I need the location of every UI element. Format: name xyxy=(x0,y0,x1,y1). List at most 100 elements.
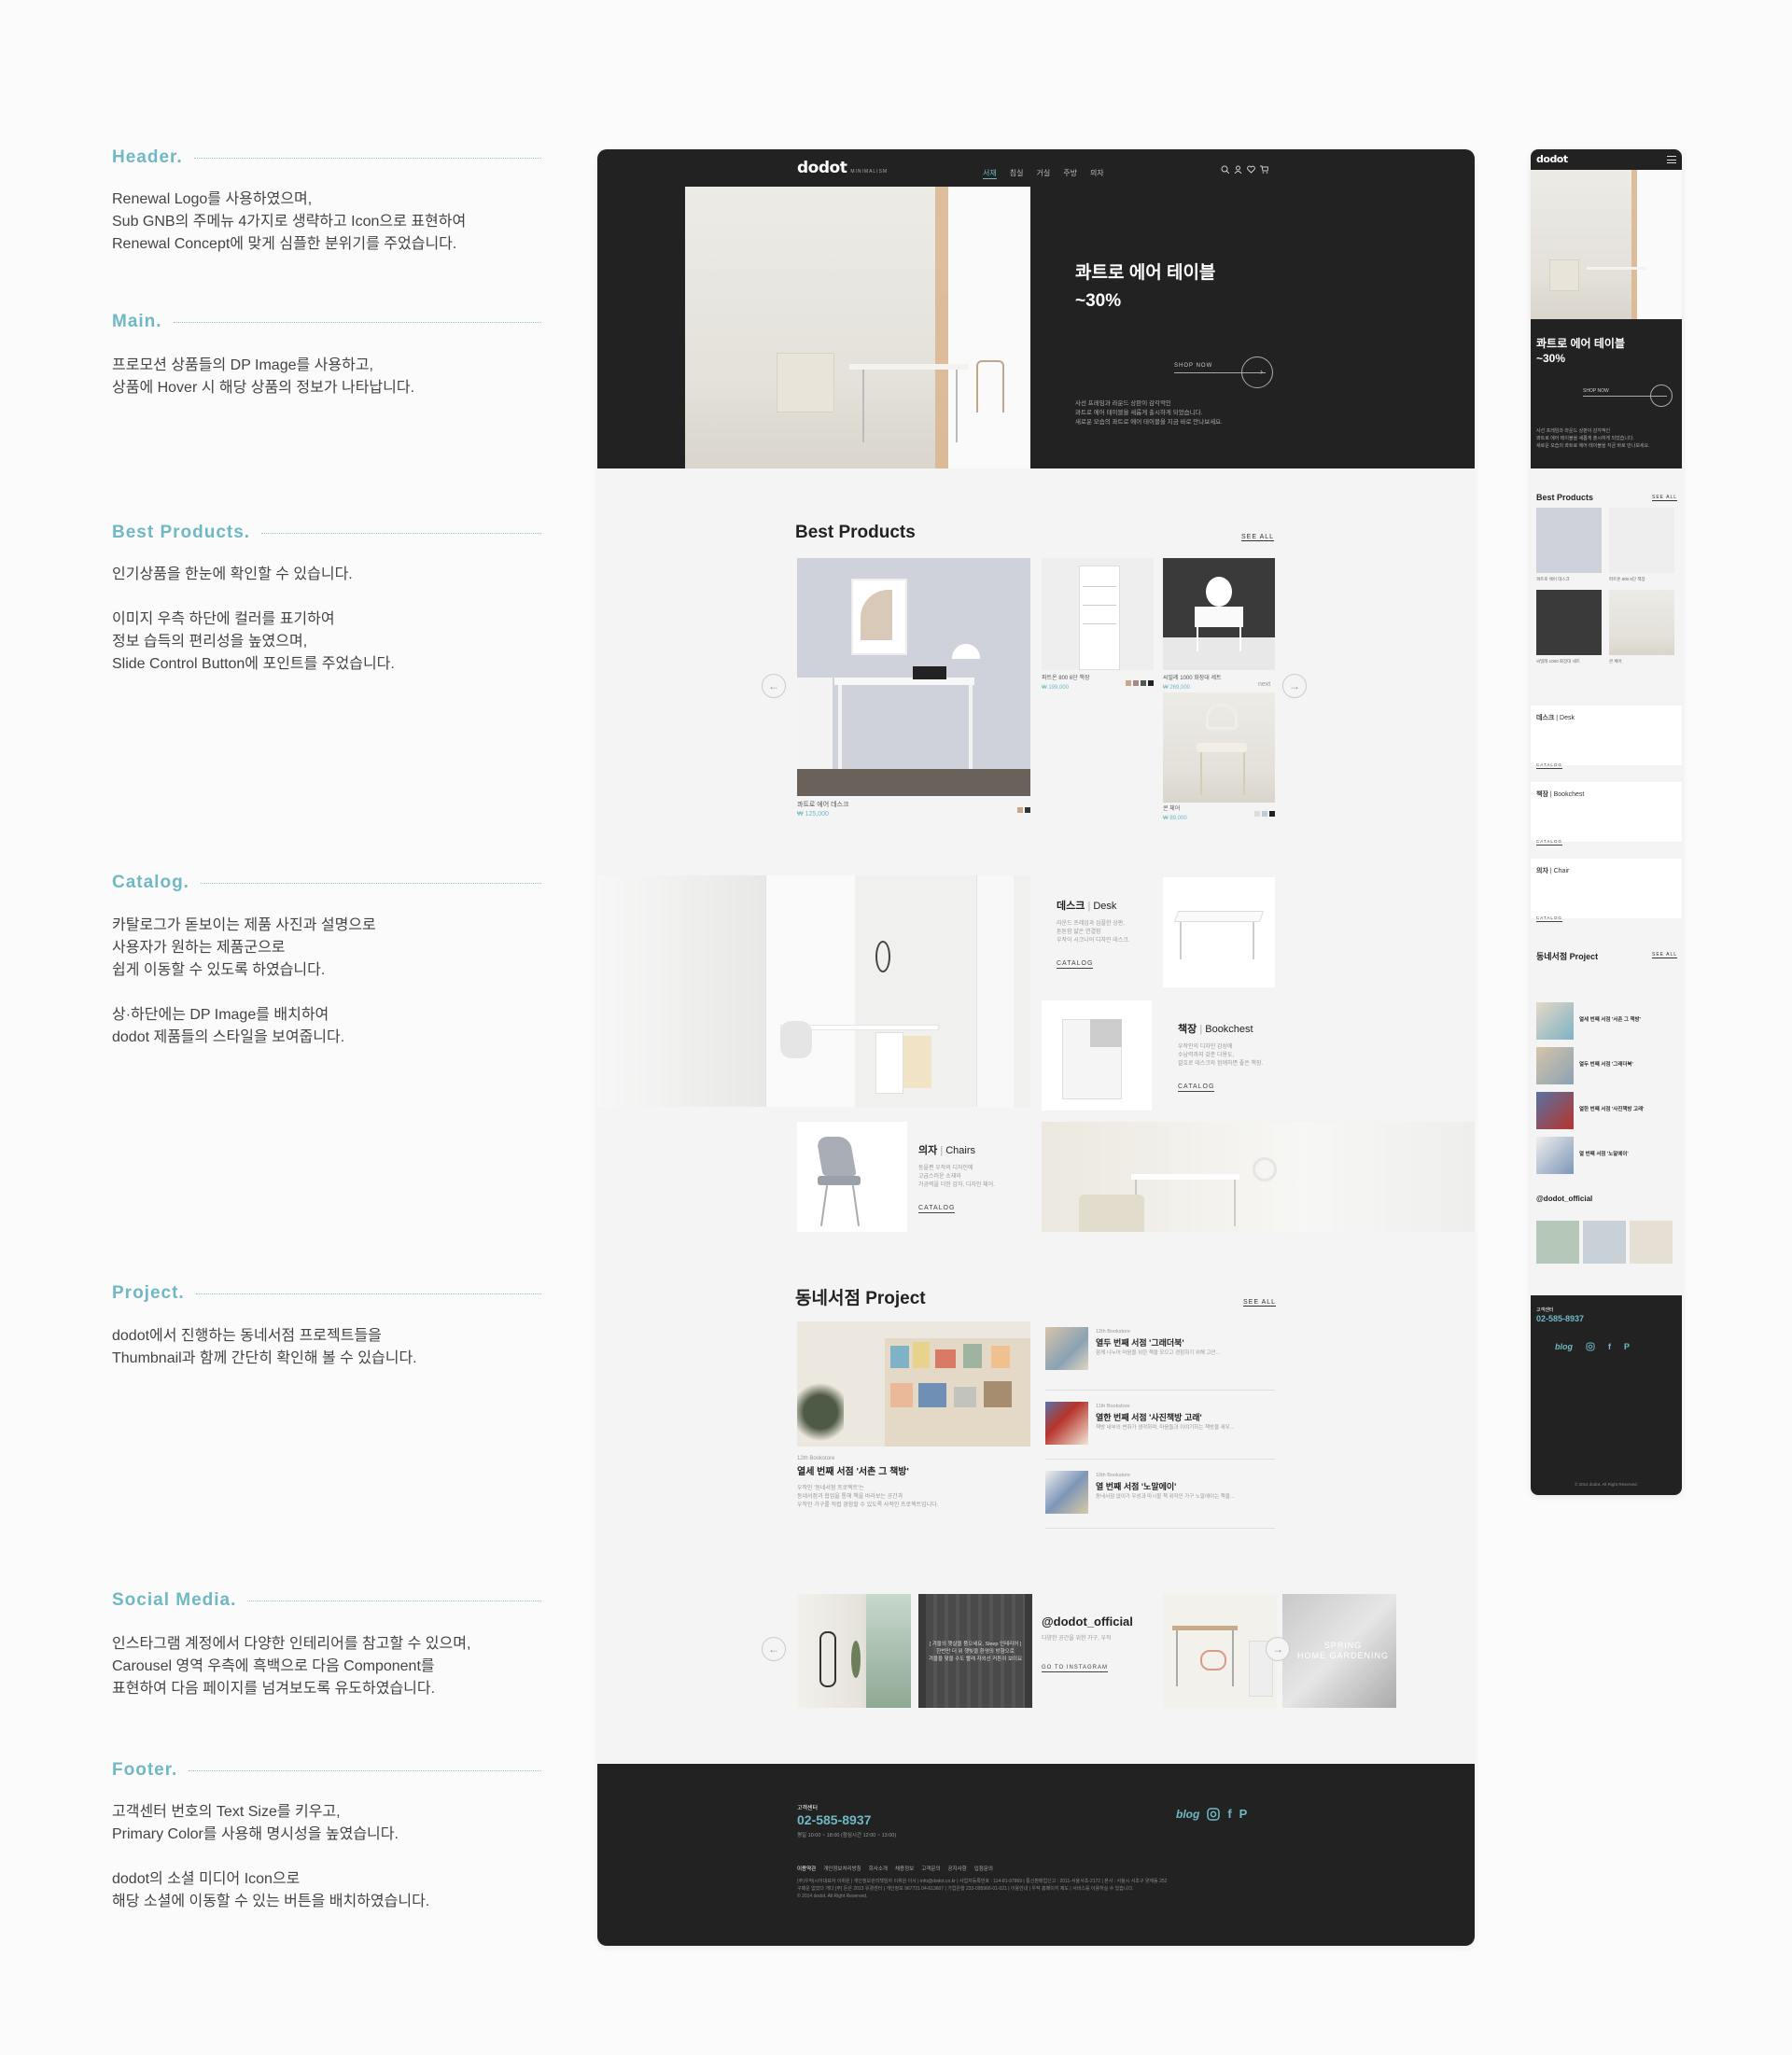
catalog-image-desk[interactable] xyxy=(1163,877,1275,987)
footer-social: blog f P xyxy=(1176,1807,1247,1821)
nav-item[interactable]: 침실 xyxy=(1010,168,1024,179)
mobile-instagram-post[interactable] xyxy=(1583,1221,1626,1264)
footer-link[interactable]: 채용정보 xyxy=(895,1865,914,1872)
annotation-line: 쉽게 이동할 수 있도록 하였습니다. xyxy=(112,962,326,978)
cs-phone[interactable]: 02-585-8937 xyxy=(1536,1314,1584,1323)
mobile-instagram-post[interactable] xyxy=(1536,1221,1579,1264)
instagram-post[interactable] xyxy=(1163,1594,1277,1708)
project-list-item[interactable]: 11th Bookstore 열한 번째 서점 '사진책방 고래' 책방 내부의… xyxy=(1045,1391,1275,1460)
catalog-link[interactable]: CATALOG xyxy=(1057,960,1094,969)
catalog-link[interactable]: CATALOG xyxy=(1536,839,1562,846)
hero-desc-line: 새로운 모습의 콰트로 에어 테이블을 지금 바로 만나보세요. xyxy=(1075,419,1223,426)
mobile-product-image[interactable] xyxy=(1536,508,1602,573)
facebook-icon[interactable]: f xyxy=(1608,1342,1611,1351)
footer-link[interactable]: 고객문의 xyxy=(921,1865,940,1872)
mobile-project-item[interactable]: 열세 번째 서점 '서촌 그 책방' xyxy=(1536,1002,1676,1047)
payco-icon[interactable]: P xyxy=(1624,1342,1630,1351)
mobile-shop-now-button[interactable]: SHOP NOW xyxy=(1583,384,1674,409)
catalog-image-bookchest[interactable] xyxy=(1042,1000,1152,1111)
social-prev-button[interactable]: ← xyxy=(762,1637,786,1661)
catalog-link[interactable]: CATALOG xyxy=(1536,916,1562,922)
payco-icon[interactable]: P xyxy=(1239,1807,1248,1821)
mobile-product-image[interactable] xyxy=(1609,590,1674,655)
nav-item[interactable]: 거실 xyxy=(1036,168,1050,179)
color-swatches xyxy=(1124,674,1154,691)
user-icon[interactable] xyxy=(1234,165,1242,174)
social-next-button[interactable]: → xyxy=(1266,1637,1290,1661)
cs-label: 고객센터 xyxy=(1536,1307,1554,1313)
menu-icon[interactable] xyxy=(1667,156,1676,163)
cart-icon[interactable] xyxy=(1260,165,1268,174)
nav-item[interactable]: 주방 xyxy=(1063,168,1077,179)
mobile-header: do dot xyxy=(1531,149,1682,170)
facebook-icon[interactable]: f xyxy=(1227,1807,1231,1821)
product-image-vanity[interactable] xyxy=(1163,558,1275,670)
mobile-see-all-link[interactable]: SEE ALL xyxy=(1652,495,1678,501)
product-image-bookshelf[interactable] xyxy=(1042,558,1154,670)
product-image-chair[interactable] xyxy=(1163,692,1275,803)
hero-image[interactable] xyxy=(685,187,1030,468)
annotation-title: Header. xyxy=(112,147,183,167)
mobile-see-all-link[interactable]: SEE ALL xyxy=(1652,952,1678,958)
catalog-desc: 우작인의 디자인 감성에 xyxy=(1178,1044,1233,1050)
annotation-line: 이미지 우측 하단에 컬러를 표기하여 xyxy=(112,611,335,627)
catalog-name-en: Chairs xyxy=(945,1145,976,1156)
best-next-button[interactable]: → xyxy=(1282,674,1307,698)
project-see-all-link[interactable]: SEE ALL xyxy=(1243,1299,1277,1307)
annotation-line: 프로모션 상품들의 DP Image를 사용하고, xyxy=(112,357,373,373)
footer-link[interactable]: 입점문의 xyxy=(974,1865,993,1872)
mobile-project-item[interactable]: 열 번째 서점 '노말에이' xyxy=(1536,1137,1676,1181)
mobile-logo[interactable]: do dot xyxy=(1536,153,1568,165)
cs-label: 고객센터 xyxy=(797,1806,819,1811)
project-title: 동네서점 Project xyxy=(795,1289,926,1308)
cs-phone[interactable]: 02-585-8937 xyxy=(797,1812,871,1827)
mobile-project-item[interactable]: 열한 번째 서점 '사진책방 고래' xyxy=(1536,1092,1676,1137)
mobile-project-item[interactable]: 열두 번째 서점 '그래더북' xyxy=(1536,1047,1676,1092)
catalog-link[interactable]: CATALOG xyxy=(918,1205,956,1213)
project-list-item[interactable]: 12th Bookstore 열두 번째 서점 '그래더북' 함께 나누어 마음… xyxy=(1045,1321,1275,1391)
nav-item[interactable]: 의자 xyxy=(1090,168,1104,179)
instagram-post-next[interactable]: SPRING HOME GARDENING xyxy=(1282,1594,1396,1708)
instagram-post[interactable] xyxy=(797,1594,911,1708)
annotation-title: Catalog. xyxy=(112,873,189,892)
product-image-desk[interactable] xyxy=(797,558,1030,796)
project-main-image[interactable] xyxy=(797,1321,1030,1447)
logo-main: do xyxy=(1536,153,1550,165)
mobile-product-image[interactable] xyxy=(1609,508,1674,573)
footer-link[interactable]: 이용약관 xyxy=(797,1865,816,1872)
blog-icon[interactable]: blog xyxy=(1176,1808,1199,1821)
catalog-link[interactable]: CATALOG xyxy=(1178,1083,1215,1092)
copyright: © 2014 dodot. All Right Reserved. xyxy=(797,1894,868,1899)
hero-section: do dot MINIMALISM 서재 침실 거실 주방 의자 콰트로 에어 … xyxy=(597,149,1475,468)
hero-desc-line: 사선 프레임과 라운드 상판이 감각적인 xyxy=(1536,428,1611,434)
mobile-instagram-post[interactable] xyxy=(1630,1221,1673,1264)
annotation-line: 카탈로그가 돋보이는 제품 사진과 설명으로 xyxy=(112,917,376,933)
project-main-title[interactable]: 열세 번째 서점 '서촌 그 책방' xyxy=(797,1463,1030,1477)
product-name: 콰트로 에어 데스크 xyxy=(797,802,849,808)
instagram-post[interactable]: [ 겨울의 햇살을 품으세요, Sleep 인테리어 ] 한번만 더 위 햇빛을… xyxy=(918,1594,1032,1708)
best-see-all-link[interactable]: SEE ALL xyxy=(1241,534,1275,541)
go-to-instagram-link[interactable]: GO TO INSTAGRAM xyxy=(1042,1665,1109,1672)
mobile-product-image[interactable] xyxy=(1536,590,1602,655)
catalog-image-chair[interactable] xyxy=(797,1122,907,1232)
product-price: ₩ 269,000 xyxy=(1163,685,1191,691)
catalog-desc: 튼튼함 얇은 연결함 xyxy=(1057,930,1101,935)
project-list-item[interactable]: 10th Bookstore 열 번째 서점 '노말에이' 동네서점 없이가 우… xyxy=(1045,1460,1275,1529)
nav-item[interactable]: 서재 xyxy=(983,168,997,179)
best-prev-button[interactable]: ← xyxy=(762,674,786,698)
instagram-icon[interactable] xyxy=(1207,1807,1221,1821)
annotation-line: Sub GNB의 주메뉴 4가지로 생략하고 Icon으로 표현하여 xyxy=(112,214,467,230)
blog-icon[interactable]: blog xyxy=(1555,1342,1573,1351)
footer-link[interactable]: 개인정보처리방침 xyxy=(823,1865,861,1872)
instagram-icon[interactable] xyxy=(1586,1342,1595,1351)
mobile-hero-image[interactable] xyxy=(1531,170,1682,319)
mobile-product-name: 파트온 800 6단 책장 xyxy=(1609,577,1645,581)
heart-icon[interactable] xyxy=(1247,165,1255,174)
search-icon[interactable] xyxy=(1221,165,1229,174)
footer-link[interactable]: 회사소개 xyxy=(869,1865,888,1872)
footer-link[interactable]: 공지사항 xyxy=(947,1865,966,1872)
catalog-link[interactable]: CATALOG xyxy=(1536,762,1562,769)
shop-now-button[interactable]: SHOP NOW › xyxy=(1174,356,1275,388)
shop-now-label: SHOP NOW xyxy=(1174,363,1213,369)
logo[interactable]: do dot MINIMALISM xyxy=(797,159,888,177)
